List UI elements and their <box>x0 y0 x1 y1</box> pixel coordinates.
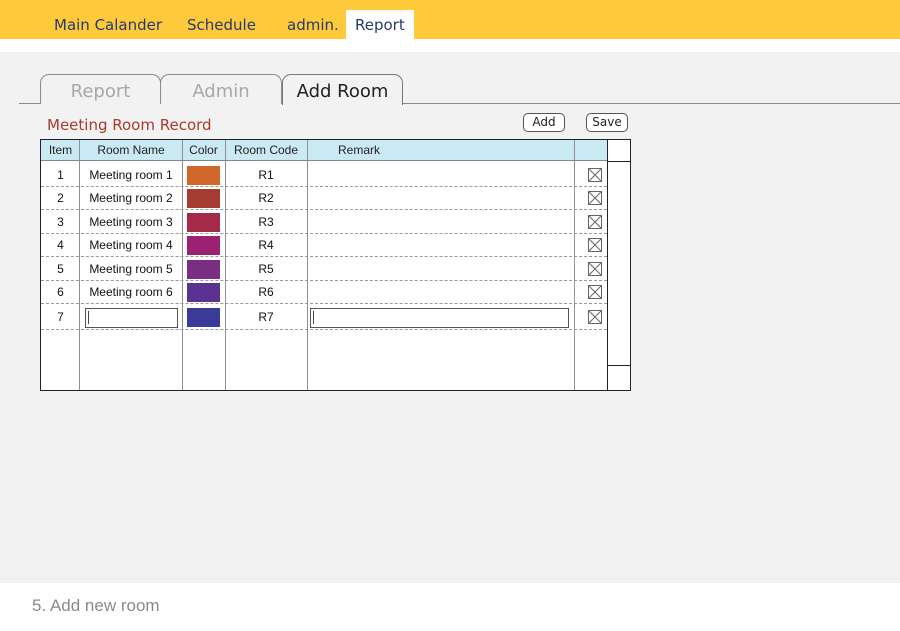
cell-remark <box>307 280 574 304</box>
delete-box-icon[interactable] <box>588 285 602 299</box>
nav-schedule[interactable]: Schedule <box>187 10 256 39</box>
row-divider <box>41 329 607 330</box>
scroll-up-button[interactable] <box>608 140 630 162</box>
delete-box-icon[interactable] <box>588 191 602 205</box>
cell-remark <box>307 210 574 234</box>
nav-main-calander[interactable]: Main Calander <box>54 10 162 39</box>
cell-item: 6 <box>57 285 64 299</box>
cell-room-code: R4 <box>258 238 274 252</box>
tab-admin[interactable]: Admin <box>160 74 282 104</box>
figure-caption: 5. Add new room <box>32 596 160 615</box>
delete-box-icon[interactable] <box>588 215 602 229</box>
color-swatch[interactable] <box>187 166 220 185</box>
top-nav-bar: Main Calander Schedule admin. Report <box>0 0 900 39</box>
cell-item: 7 <box>57 310 64 324</box>
save-button[interactable]: Save <box>586 113 628 132</box>
cell-item: 2 <box>57 191 64 205</box>
cell-room-name: Meeting room 3 <box>89 215 173 229</box>
header-color: Color <box>189 143 218 157</box>
text-caret <box>313 311 314 324</box>
room-name-input[interactable] <box>85 308 178 328</box>
cell-room-code: R6 <box>258 285 274 299</box>
delete-box-icon[interactable] <box>588 310 602 324</box>
delete-box-icon[interactable] <box>588 262 602 276</box>
cell-item: 1 <box>57 168 64 182</box>
cell-item: 4 <box>57 238 64 252</box>
cell-room-name: Meeting room 2 <box>89 191 173 205</box>
room-table: Item Room Name Color Room Code Remark 1 M… <box>40 139 631 391</box>
new-room-row: 7 R7 <box>41 305 607 330</box>
table-row: 4 Meeting room 4 R4 <box>41 233 607 257</box>
color-swatch[interactable] <box>187 308 220 327</box>
tab-add-room[interactable]: Add Room <box>282 74 403 105</box>
cell-remark <box>307 257 574 281</box>
cell-room-name: Meeting room 5 <box>89 262 173 276</box>
header-room-code: Room Code <box>233 143 299 157</box>
nav-admin[interactable]: admin. <box>287 10 339 39</box>
section-title: Meeting Room Record <box>47 116 212 134</box>
table-row: 1 Meeting room 1 R1 <box>41 163 607 187</box>
vertical-scrollbar[interactable] <box>607 140 630 390</box>
nav-report[interactable]: Report <box>346 10 414 39</box>
cell-room-code: R7 <box>258 310 274 324</box>
delete-box-icon[interactable] <box>588 238 602 252</box>
table-header: Item Room Name Color Room Code Remark <box>41 140 607 161</box>
add-button[interactable]: Add <box>523 113 565 132</box>
cell-room-name: Meeting room 1 <box>89 168 173 182</box>
tab-report[interactable]: Report <box>40 74 161 104</box>
color-swatch[interactable] <box>187 189 220 208</box>
cell-room-code: R3 <box>258 215 274 229</box>
cell-room-name: Meeting room 4 <box>89 238 173 252</box>
header-room-name: Room Name <box>97 143 165 157</box>
table-row: 6 Meeting room 6 R6 <box>41 280 607 304</box>
cell-remark <box>307 233 574 257</box>
cell-room-name: Meeting room 6 <box>89 285 173 299</box>
color-swatch[interactable] <box>187 213 220 232</box>
cell-room-code: R5 <box>258 262 274 276</box>
table-row: 3 Meeting room 3 R3 <box>41 210 607 234</box>
delete-box-icon[interactable] <box>588 168 602 182</box>
text-caret <box>88 311 89 324</box>
cell-room-code: R1 <box>258 168 274 182</box>
table-row: 2 Meeting room 2 R2 <box>41 186 607 210</box>
row-divider <box>41 303 607 304</box>
header-remark: Remark <box>337 143 380 157</box>
color-swatch[interactable] <box>187 236 220 255</box>
header-item: Item <box>48 143 73 157</box>
color-swatch[interactable] <box>187 283 220 302</box>
cell-remark <box>307 163 574 187</box>
cell-room-code: R2 <box>258 191 274 205</box>
remark-input[interactable] <box>310 308 569 328</box>
scroll-down-button[interactable] <box>608 365 630 390</box>
cell-item: 5 <box>57 262 64 276</box>
table-row: 5 Meeting room 5 R5 <box>41 257 607 281</box>
color-swatch[interactable] <box>187 260 220 279</box>
cell-remark <box>307 186 574 210</box>
cell-item: 3 <box>57 215 64 229</box>
